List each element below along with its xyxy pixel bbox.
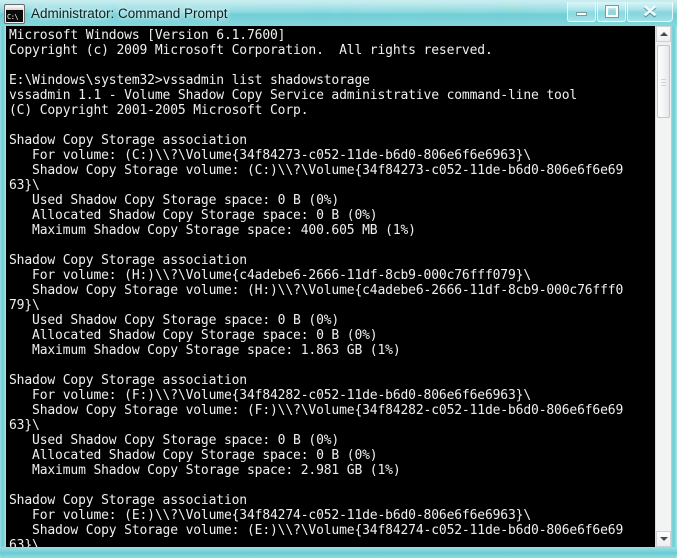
scroll-down-arrow-icon [659, 537, 668, 541]
console-output-area[interactable]: Microsoft Windows [Version 6.1.7600] Cop… [6, 26, 655, 547]
command-prompt-window: C:\ Administrator: Command Prompt ✕ Micr… [0, 0, 677, 558]
scroll-up-button[interactable] [656, 26, 671, 42]
close-icon: ✕ [641, 2, 659, 21]
close-button[interactable]: ✕ [627, 2, 673, 22]
minimize-button[interactable] [567, 2, 596, 22]
console-scrollbar[interactable] [655, 26, 671, 547]
restore-icon [605, 6, 618, 17]
scrollbar-thumb[interactable] [657, 45, 670, 118]
window-title: Administrator: Command Prompt [31, 6, 228, 21]
maximize-restore-button[interactable] [597, 2, 626, 22]
scrollbar-track[interactable] [656, 118, 671, 531]
minimize-icon [576, 12, 587, 16]
console-transcript: Microsoft Windows [Version 6.1.7600] Cop… [9, 28, 624, 547]
command-prompt-icon-glyph: C:\ [7, 12, 19, 21]
scroll-up-arrow-icon [659, 32, 668, 36]
command-prompt-icon: C:\ [5, 4, 24, 23]
scroll-down-button[interactable] [656, 531, 671, 547]
scrollbar-grip-icon [661, 78, 666, 86]
window-title-bar[interactable]: C:\ Administrator: Command Prompt ✕ [0, 0, 677, 26]
window-border-right [671, 26, 677, 558]
window-border-bottom [0, 547, 677, 558]
window-controls: ✕ [566, 2, 673, 22]
